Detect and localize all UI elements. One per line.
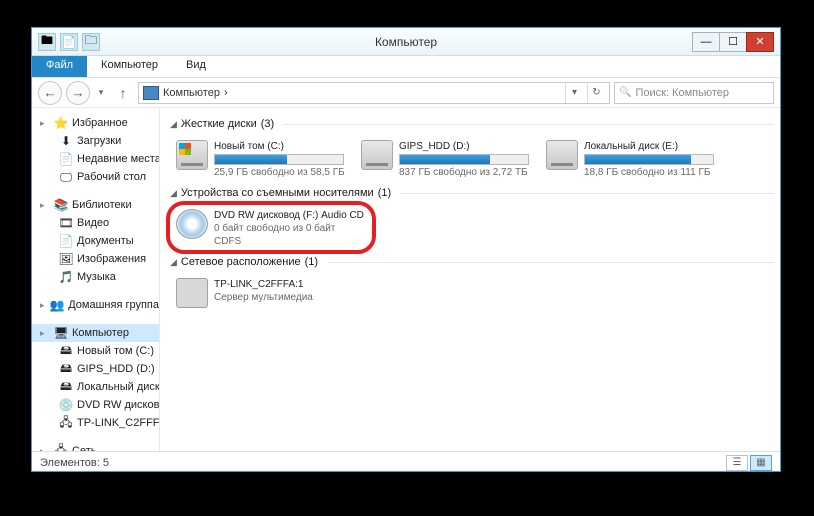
nav-favorites[interactable]: ▸⭐Избранное <box>32 114 159 132</box>
ribbon-tab-file[interactable]: Файл <box>32 56 87 77</box>
capacity-bar <box>214 154 344 165</box>
disc-icon <box>176 209 208 239</box>
app-icon[interactable]: 🖿 <box>38 33 56 51</box>
recent-icon: 📄 <box>58 152 74 166</box>
drive-e[interactable]: Локальный диск (E:) 18,8 ГБ свободно из 1… <box>542 136 727 183</box>
group-header-hdd[interactable]: ◢Жесткие диски (3) <box>164 116 780 132</box>
drive-d[interactable]: GIPS_HDD (D:) 837 ГБ свободно из 2,72 ТБ <box>357 136 542 183</box>
view-details-button[interactable]: ☰ <box>726 455 748 471</box>
network-icon: 🖧 <box>53 444 69 451</box>
computer-icon: 🖥 <box>53 326 69 340</box>
maximize-button[interactable]: ☐ <box>719 32 747 52</box>
group-header-removable[interactable]: ◢Устройства со съемными носителями (1) <box>164 185 780 201</box>
device-sub: Сервер мультимедиа <box>214 291 313 304</box>
documents-icon: 📄 <box>58 234 74 248</box>
hdd-icon <box>546 140 578 170</box>
up-button[interactable]: ↑ <box>112 82 134 104</box>
search-input[interactable]: Поиск: Компьютер <box>614 82 774 104</box>
window-title: Компьютер <box>375 35 437 49</box>
nav-drive-c[interactable]: 🖴Новый том (С:) <box>50 342 159 360</box>
homegroup-icon: 👥 <box>49 298 65 312</box>
drive-label: Новый том (С:) <box>214 140 345 153</box>
drive-icon: 🖴 <box>58 380 74 394</box>
nav-pictures[interactable]: 🖼Изображения <box>50 250 159 268</box>
view-tiles-button[interactable]: ▦ <box>750 455 772 471</box>
forward-button[interactable]: → <box>66 81 90 105</box>
content-pane: ◢Жесткие диски (3) Новый том (С:) 25,9 ГБ… <box>160 108 780 451</box>
collapse-icon: ◢ <box>170 188 177 199</box>
video-icon: 🎞 <box>58 216 74 230</box>
music-icon: 🎵 <box>58 270 74 284</box>
drive-label: GIPS_HDD (D:) <box>399 140 529 153</box>
drive-label: Локальный диск (E:) <box>584 140 714 153</box>
nav-libraries[interactable]: ▸📚Библиотеки <box>32 196 159 214</box>
nav-network[interactable]: ▸🖧Сеть <box>32 442 159 451</box>
history-dropdown-icon[interactable]: ▾ <box>94 82 108 104</box>
nav-music[interactable]: 🎵Музыка <box>50 268 159 286</box>
navigation-pane: ▸⭐Избранное ⬇Загрузки 📄Недавние места 🖵Р… <box>32 108 160 451</box>
desktop-icon: 🖵 <box>58 170 74 184</box>
quick-access-toolbar: 🖿 📄 🗀 <box>38 33 100 51</box>
hdd-icon <box>176 140 208 170</box>
group-header-network[interactable]: ◢Сетевое расположение (1) <box>164 254 780 270</box>
drive-free: 18,8 ГБ свободно из 111 ГБ <box>584 166 714 179</box>
disc-icon: 💿 <box>58 398 74 412</box>
drive-free: 25,9 ГБ свободно из 58,5 ГБ <box>214 166 345 179</box>
collapse-icon: ◢ <box>170 257 177 268</box>
nav-computer[interactable]: ▸🖥Компьютер <box>32 324 159 342</box>
address-input[interactable]: Компьютер › ▾ ↻ <box>138 82 610 104</box>
nav-recent[interactable]: 📄Недавние места <box>50 150 159 168</box>
nav-drive-e[interactable]: 🖴Локальный диск (E:) <box>50 378 159 396</box>
ribbon-tab-view[interactable]: Вид <box>172 56 220 77</box>
os-badge-icon <box>179 143 191 155</box>
titlebar[interactable]: 🖿 📄 🗀 Компьютер — ☐ ✕ <box>32 28 780 56</box>
qat-properties-icon[interactable]: 📄 <box>60 33 78 51</box>
hdd-icon <box>361 140 393 170</box>
status-item-count: Элементов: 5 <box>40 457 109 469</box>
nav-homegroup[interactable]: ▸👥Домашняя группа <box>32 296 159 314</box>
back-button[interactable]: ← <box>38 81 62 105</box>
drive-label: DVD RW дисковод (F:) Audio CD <box>214 209 364 222</box>
refresh-button[interactable]: ↻ <box>587 83 605 103</box>
nav-videos[interactable]: 🎞Видео <box>50 214 159 232</box>
nav-drive-d[interactable]: 🖴GIPS_HDD (D:) <box>50 360 159 378</box>
nav-documents[interactable]: 📄Документы <box>50 232 159 250</box>
drive-icon: 🖴 <box>58 362 74 376</box>
pictures-icon: 🖼 <box>58 252 74 266</box>
drive-free: 0 байт свободно из 0 байт <box>214 222 364 235</box>
ribbon-tab-computer[interactable]: Компьютер <box>87 56 172 77</box>
drive-free: 837 ГБ свободно из 2,72 ТБ <box>399 166 529 179</box>
device-label: TP-LINK_C2FFFA:1 <box>214 278 313 291</box>
address-bar: ← → ▾ ↑ Компьютер › ▾ ↻ Поиск: Компьютер <box>32 78 780 108</box>
drive-f-dvd[interactable]: DVD RW дисковод (F:) Audio CD0 байт своб… <box>172 205 372 252</box>
capacity-bar <box>584 154 714 165</box>
breadcrumb-item[interactable]: Компьютер <box>163 87 220 99</box>
nav-downloads[interactable]: ⬇Загрузки <box>50 132 159 150</box>
qat-newfolder-icon[interactable]: 🗀 <box>82 33 100 51</box>
collapse-icon: ◢ <box>170 119 177 130</box>
capacity-bar <box>399 154 529 165</box>
ribbon: Файл Компьютер Вид <box>32 56 780 78</box>
breadcrumb-chevron-icon[interactable]: › <box>224 87 228 99</box>
address-dropdown-icon[interactable]: ▾ <box>565 83 583 103</box>
nav-tplink[interactable]: 🖧TP-LINK_C2FFFA:1 <box>50 414 159 432</box>
computer-icon <box>143 86 159 100</box>
star-icon: ⭐ <box>53 116 69 130</box>
nav-desktop[interactable]: 🖵Рабочий стол <box>50 168 159 186</box>
server-icon: 🖧 <box>58 416 74 430</box>
explorer-window: 🖿 📄 🗀 Компьютер — ☐ ✕ Файл Компьютер Вид… <box>31 27 781 472</box>
drive-c[interactable]: Новый том (С:) 25,9 ГБ свободно из 58,5 Г… <box>172 136 357 183</box>
close-button[interactable]: ✕ <box>746 32 774 52</box>
drive-icon: 🖴 <box>58 344 74 358</box>
downloads-icon: ⬇ <box>58 134 74 148</box>
libraries-icon: 📚 <box>53 198 69 212</box>
minimize-button[interactable]: — <box>692 32 720 52</box>
network-device[interactable]: TP-LINK_C2FFFA:1Сервер мультимедиа <box>172 274 357 312</box>
status-bar: Элементов: 5 ☰ ▦ <box>32 451 780 473</box>
nav-drive-f[interactable]: 💿DVD RW дисковод <box>50 396 159 414</box>
media-server-icon <box>176 278 208 308</box>
drive-fs: CDFS <box>214 235 364 248</box>
